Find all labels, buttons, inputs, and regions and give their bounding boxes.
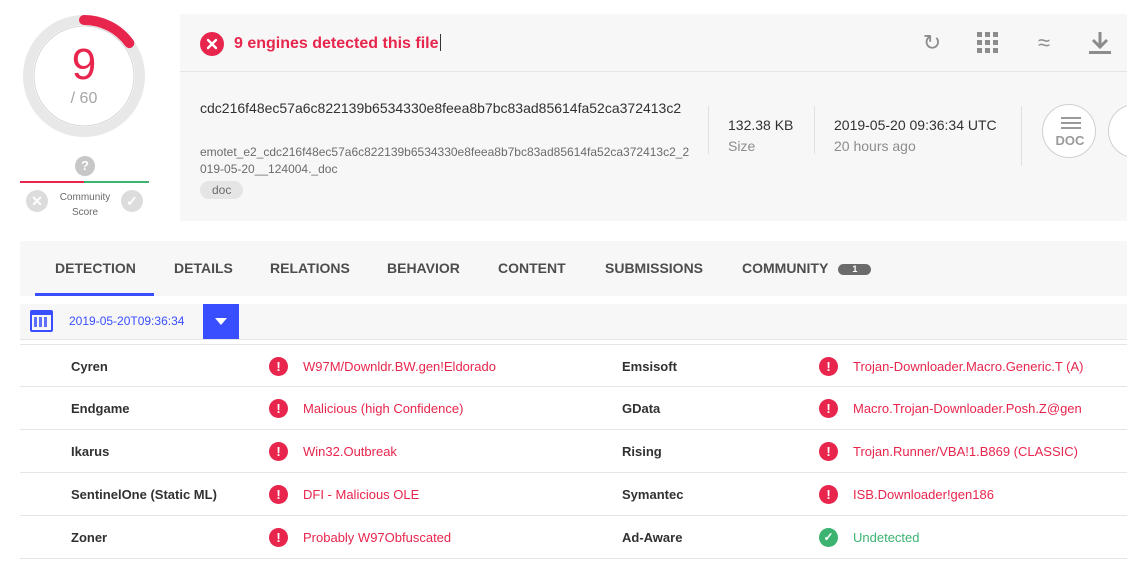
calendar-icon <box>30 310 53 332</box>
engine-name: Cyren <box>71 359 108 374</box>
engine-name: Symantec <box>622 487 684 502</box>
active-tab-indicator <box>35 293 154 296</box>
tab-relations[interactable]: RELATIONS <box>270 260 350 276</box>
detection-result: Win32.Outbreak <box>303 444 397 459</box>
alert-icon: ! <box>819 442 838 461</box>
detection-summary-bar: 9 engines detected this file ↻ ≈ <box>180 14 1127 72</box>
file-name: emotet_e2_cdc216f48ec57a6c822139b6534330… <box>200 145 690 176</box>
tab-details[interactable]: DETAILS <box>174 260 233 276</box>
engine-name: Endgame <box>71 401 130 416</box>
detection-result: Trojan.Runner/VBA!1.B869 (CLASSIC) <box>853 444 1078 459</box>
engine-name: SentinelOne (Static ML) <box>71 487 217 502</box>
download-icon[interactable] <box>1087 30 1113 56</box>
reanalyze-icon[interactable]: ↻ <box>919 30 945 56</box>
alert-icon: ! <box>269 399 288 418</box>
community-bar-positive <box>84 181 149 183</box>
check-circle-icon: ✓ <box>819 528 838 547</box>
detection-result: Probably W97Obfuscated <box>303 530 452 545</box>
alert-x-icon <box>200 32 224 56</box>
detection-result: Macro.Trojan-Downloader.Posh.Z@gen <box>853 401 1082 416</box>
file-size-label: Size <box>728 138 756 154</box>
engine-name: Emsisoft <box>622 359 677 374</box>
alert-icon: ! <box>819 485 838 504</box>
tab-submissions[interactable]: SUBMISSIONS <box>605 260 703 276</box>
detected-count: 9 <box>71 40 97 89</box>
file-size-value: 132.38 KB <box>728 117 794 133</box>
detection-result: Trojan-Downloader.Macro.Generic.T (A) <box>853 359 1084 374</box>
detection-summary-text: 9 engines detected this file <box>234 35 439 52</box>
vote-harmless-button[interactable]: ✓ <box>121 190 143 212</box>
alert-icon: ! <box>269 528 288 547</box>
community-bar-negative <box>20 181 84 183</box>
file-hash: cdc216f48ec57a6c822139b6534330e8feea8b7b… <box>200 100 682 116</box>
tab-community-label: COMMUNITY <box>742 260 829 276</box>
detection-result: Malicious (high Confidence) <box>303 401 464 416</box>
divider <box>1021 106 1022 166</box>
report-tabs: DETECTION DETAILS RELATIONS BEHAVIOR CON… <box>20 241 1127 296</box>
table-row: Endgame! Malicious (high Confidence) GData… <box>20 387 1127 430</box>
engine-name: Ikarus <box>71 444 110 459</box>
detection-results-table: Cyren! W97M/Downldr.BW.gen!Eldorado Emsiso… <box>20 344 1127 559</box>
detection-result: ISB.Downloader!gen186 <box>853 487 994 502</box>
alert-icon: ! <box>819 357 838 376</box>
detection-score-gauge: 9 / 60 <box>22 14 146 138</box>
community-score-label: Community Score <box>59 192 111 218</box>
engine-name: GData <box>622 401 661 416</box>
alert-icon: ! <box>269 485 288 504</box>
community-count-badge: 1 <box>838 264 872 275</box>
engine-name: Zoner <box>71 530 108 545</box>
analysis-date-ago: 20 hours ago <box>834 138 916 154</box>
date-dropdown-button[interactable] <box>203 304 239 339</box>
table-row: SentinelOne (Static ML)! DFI - Malicious … <box>20 473 1127 516</box>
file-type-icon <box>1108 104 1127 158</box>
engine-name: Rising <box>622 444 662 459</box>
file-tag[interactable]: doc <box>200 181 244 199</box>
analysis-date-value: 2019-05-20 09:36:34 UTC <box>834 117 997 133</box>
alert-icon: ! <box>269 357 288 376</box>
divider <box>708 106 709 154</box>
analysis-date-selector: 2019-05-20T09:36:34 <box>20 304 1127 340</box>
detection-result: Undetected <box>853 530 920 545</box>
qr-code-icon[interactable] <box>975 30 1001 56</box>
tab-behavior[interactable]: BEHAVIOR <box>387 260 460 276</box>
divider <box>814 106 815 154</box>
vote-harmful-button[interactable]: ✕ <box>26 190 48 212</box>
file-header-panel: 9 engines detected this file ↻ ≈ cdc216f… <box>180 14 1127 221</box>
alert-icon: ! <box>819 399 838 418</box>
tab-detection[interactable]: DETECTION <box>55 260 136 276</box>
tab-community[interactable]: COMMUNITY 1 <box>742 260 872 276</box>
detection-result: DFI - Malicious OLE <box>303 487 420 502</box>
total-engines: / 60 <box>70 90 98 107</box>
tab-content[interactable]: CONTENT <box>498 260 566 276</box>
engine-name: Ad-Aware <box>622 530 683 545</box>
analysis-date[interactable]: 2019-05-20T09:36:34 <box>69 314 184 328</box>
table-row: Cyren! W97M/Downldr.BW.gen!Eldorado Emsiso… <box>20 344 1127 387</box>
doc-file-type-icon: DOC <box>1042 104 1096 158</box>
table-row: Ikarus! Win32.Outbreak Rising! Trojan.Runne… <box>20 430 1127 473</box>
table-row: Zoner! Probably W97Obfuscated Ad-Aware ✓ Und… <box>20 516 1127 559</box>
question-icon: ? <box>75 156 95 176</box>
similar-files-icon[interactable]: ≈ <box>1031 30 1057 56</box>
detection-result: W97M/Downldr.BW.gen!Eldorado <box>303 359 496 374</box>
alert-icon: ! <box>269 442 288 461</box>
community-score: ? ✕ Community Score ✓ <box>20 156 150 222</box>
